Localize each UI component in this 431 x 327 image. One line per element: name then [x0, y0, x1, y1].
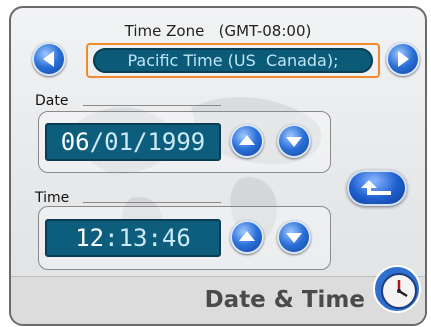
- up-arrow-icon: [239, 135, 255, 145]
- date-year: 1999: [147, 128, 206, 156]
- right-arrow-icon: [398, 51, 409, 67]
- date-separator: /: [89, 128, 105, 156]
- date-down-button[interactable]: [277, 124, 311, 158]
- down-arrow-icon: [286, 137, 302, 147]
- page-title: Date & Time: [204, 287, 365, 313]
- time-zone-offset: (GMT-08:00): [218, 22, 312, 40]
- time-separator: :: [147, 224, 162, 252]
- time-separator: :: [104, 224, 119, 252]
- back-button[interactable]: [347, 170, 407, 206]
- back-icon: [361, 180, 391, 195]
- date-day: 01: [104, 128, 133, 156]
- time-zone-header: Time Zone (GMT-08:00): [11, 22, 425, 40]
- time-zone-next-button[interactable]: [386, 42, 420, 76]
- clock-icon: [373, 265, 421, 313]
- date-time-panel: Time Zone (GMT-08:00) Pacific Time (US C…: [9, 6, 427, 326]
- date-up-button[interactable]: [230, 124, 264, 158]
- time-up-button[interactable]: [230, 220, 264, 254]
- time-label: Time: [35, 190, 70, 206]
- time-hour: 12: [75, 224, 105, 252]
- footer-bar: Date & Time: [11, 265, 425, 324]
- date-month: 06: [60, 128, 90, 156]
- date-divider: [83, 105, 221, 106]
- left-arrow-icon: [43, 51, 54, 67]
- screen: Time Zone (GMT-08:00) Pacific Time (US C…: [0, 0, 431, 327]
- date-value[interactable]: 06/01/1999: [45, 123, 221, 161]
- time-zone-field[interactable]: Pacific Time (US Canada);: [86, 43, 380, 78]
- time-minute: 13: [118, 224, 148, 252]
- time-zone-value: Pacific Time (US Canada);: [93, 48, 373, 73]
- time-zone-previous-button[interactable]: [32, 42, 66, 76]
- date-label: Date: [35, 93, 69, 109]
- time-value[interactable]: 12:13:46: [45, 219, 221, 257]
- time-divider: [83, 202, 221, 203]
- time-down-button[interactable]: [277, 220, 311, 254]
- time-second: 46: [161, 224, 191, 252]
- down-arrow-icon: [286, 233, 302, 243]
- date-separator: /: [133, 128, 148, 156]
- time-zone-label: Time Zone: [124, 22, 205, 40]
- up-arrow-icon: [239, 231, 255, 241]
